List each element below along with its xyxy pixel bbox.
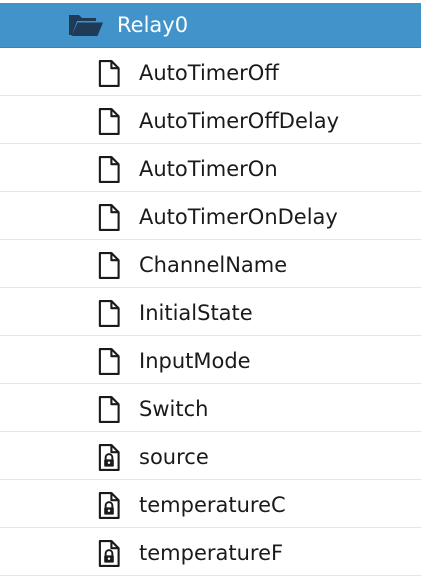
folder-label: Relay0 [117,13,189,37]
tree-item-label: temperatureC [139,493,286,517]
tree-item-label: InputMode [139,349,251,373]
file-icon [98,155,120,184]
tree-item-inputmode[interactable]: InputMode [0,336,421,384]
tree-item-temperaturec[interactable]: temperatureC [0,480,421,528]
tree-item-label: Switch [139,397,209,421]
tree-item-temperaturef[interactable]: temperatureF [0,528,421,576]
tree-item-label: AutoTimerOffDelay [139,109,340,133]
tree-item-label: InitialState [139,301,253,325]
tree-item-autotimerondelay[interactable]: AutoTimerOnDelay [0,192,421,240]
tree-item-channelname[interactable]: ChannelName [0,240,421,288]
file-icon [98,395,120,424]
locked-file-icon [98,443,120,472]
locked-file-icon [98,491,120,520]
tree-item-autotimeron[interactable]: AutoTimerOn [0,144,421,192]
file-icon [98,251,120,280]
tree-item-label: source [139,445,209,469]
file-icon [98,107,120,136]
file-icon [98,347,120,376]
locked-file-icon [98,539,120,568]
folder-open-icon [69,15,103,36]
tree-item-label: ChannelName [139,253,288,277]
tree-item-label: AutoTimerOnDelay [139,205,338,229]
tree-folder-relay0[interactable]: Relay0 [0,3,421,48]
tree-item-source[interactable]: source [0,432,421,480]
tree-item-label: AutoTimerOff [139,61,279,85]
file-icon [98,299,120,328]
tree-item-label: AutoTimerOn [139,157,278,181]
tree-item-label: temperatureF [139,541,284,565]
file-icon [98,59,120,88]
tree-item-autotimeroff[interactable]: AutoTimerOff [0,48,421,96]
tree-item-autotimeroffdelay[interactable]: AutoTimerOffDelay [0,96,421,144]
tree-item-initialstate[interactable]: InitialState [0,288,421,336]
tree-item-switch[interactable]: Switch [0,384,421,432]
file-icon [98,203,120,232]
